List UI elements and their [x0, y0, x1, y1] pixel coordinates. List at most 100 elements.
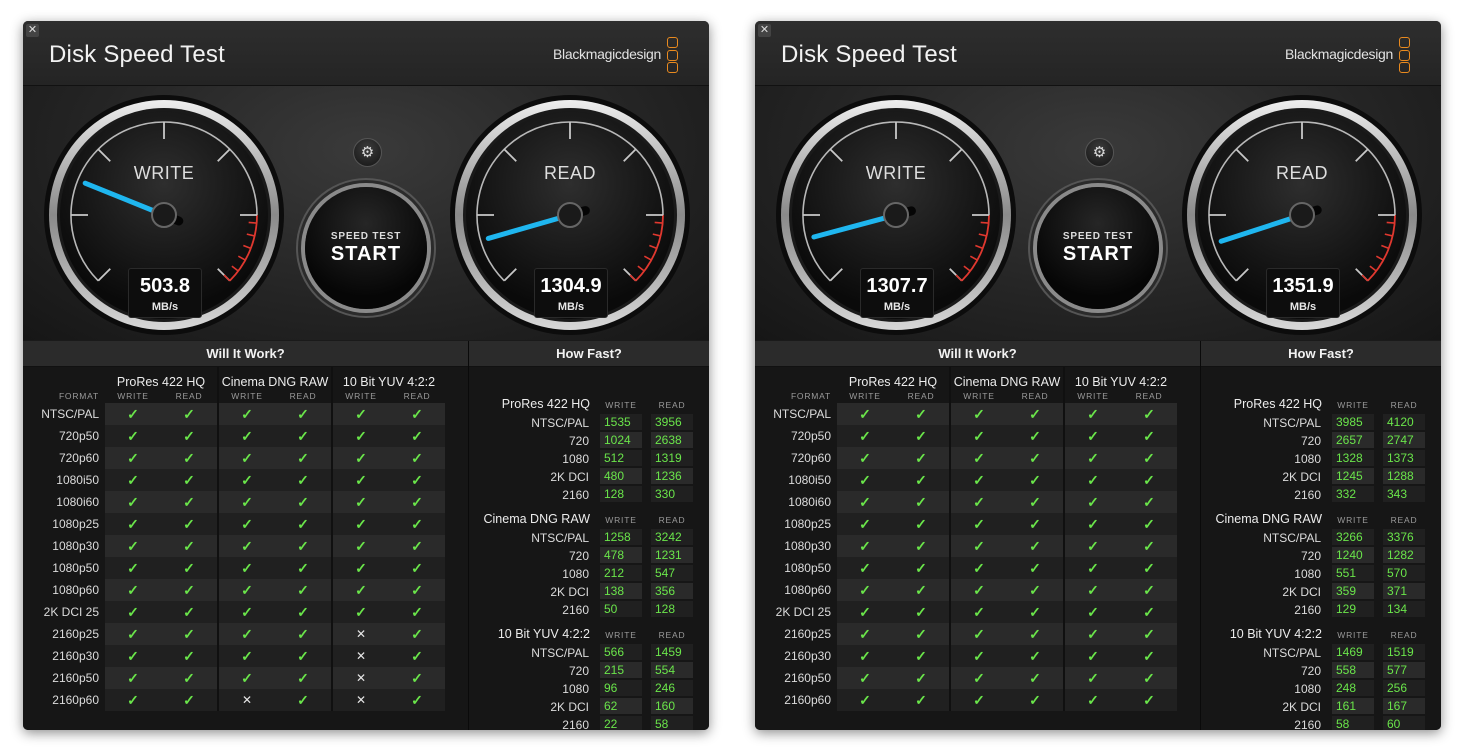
table-row: 2160 50 128 [469, 600, 709, 618]
checkmark-icon: ✓ [949, 535, 1007, 557]
cross-icon: ✕ [217, 689, 275, 711]
write-fps-value: 1245 [1332, 468, 1374, 484]
checkmark-icon: ✓ [275, 579, 332, 601]
read-column-header: READ [1021, 391, 1049, 401]
checkmark-icon: ✓ [389, 689, 445, 711]
checkmark-icon: ✓ [949, 689, 1007, 711]
checkmark-icon: ✓ [105, 645, 161, 667]
checkmark-icon: ✓ [893, 579, 950, 601]
format-name: 1080p30 [784, 539, 831, 553]
checkmark-icon: ✓ [837, 557, 893, 579]
checkmark-icon: ✓ [161, 513, 218, 535]
close-icon[interactable]: ✕ [758, 24, 771, 37]
checkmark-icon: ✓ [105, 491, 161, 513]
format-name: 720 [568, 664, 589, 678]
will-it-work-header: Will It Work? [23, 341, 468, 367]
checkmark-icon: ✓ [217, 513, 275, 535]
checkmark-icon: ✓ [275, 601, 332, 623]
format-name: 2160p30 [52, 649, 99, 663]
table-row: 720 2657 2747 [1201, 431, 1441, 449]
codec-header: 10 Bit YUV 4:2:2 [331, 367, 445, 389]
checkmark-icon: ✓ [105, 425, 161, 447]
checkmark-icon: ✓ [105, 535, 161, 557]
checkmark-icon: ✓ [161, 425, 218, 447]
checkmark-icon: ✓ [105, 667, 161, 689]
format-name: 2160p25 [784, 627, 831, 641]
checkmark-icon: ✓ [331, 403, 389, 425]
codec-header: Cinema DNG RAW [949, 367, 1064, 389]
checkmark-icon: ✓ [837, 403, 893, 425]
gear-icon[interactable]: ⚙ [353, 138, 382, 167]
write-fps-value: 1024 [600, 432, 642, 448]
format-column-header: FORMAT [58, 391, 99, 401]
checkmark-icon: ✓ [1063, 601, 1121, 623]
table-row: 1080i60 ✓ ✓ ✓ ✓ ✓ ✓ [755, 491, 1177, 513]
table-row: 2160p30 ✓ ✓ ✓ ✓ ✕ ✓ [23, 645, 445, 667]
read-speed-readout: 1304.9 MB/s [534, 268, 608, 318]
checkmark-icon: ✓ [1007, 535, 1064, 557]
format-name: 1080p60 [784, 583, 831, 597]
table-row: 720p60 ✓ ✓ ✓ ✓ ✓ ✓ [23, 447, 445, 469]
app-title: Disk Speed Test [781, 41, 957, 68]
checkmark-icon: ✓ [1121, 579, 1177, 601]
table-row: NTSC/PAL ✓ ✓ ✓ ✓ ✓ ✓ [23, 403, 445, 425]
format-name: 1080 [562, 682, 589, 696]
format-name: 1080 [1294, 682, 1321, 696]
table-row: 1080p25 ✓ ✓ ✓ ✓ ✓ ✓ [755, 513, 1177, 535]
checkmark-icon: ✓ [1063, 579, 1121, 601]
codec-name: ProRes 422 HQ [1233, 397, 1322, 411]
read-fps-value: 134 [1383, 601, 1425, 617]
format-name: 2160 [562, 488, 589, 502]
start-speed-test-button[interactable]: SPEED TEST START [305, 187, 427, 309]
how-fast-group-header: 10 Bit YUV 4:2:2 WRITE READ [469, 625, 709, 643]
table-row: 2K DCI 359 371 [1201, 582, 1441, 600]
table-row: 2K DCI 25 ✓ ✓ ✓ ✓ ✓ ✓ [23, 601, 445, 623]
checkmark-icon: ✓ [389, 667, 445, 689]
write-fps-value: 1258 [600, 529, 642, 545]
checkmark-icon: ✓ [217, 469, 275, 491]
table-row: 2K DCI 1245 1288 [1201, 467, 1441, 485]
checkmark-icon: ✓ [389, 469, 445, 491]
checkmark-icon: ✓ [389, 425, 445, 447]
read-fps-value: 554 [651, 662, 693, 678]
format-name: 720 [568, 549, 589, 563]
checkmark-icon: ✓ [1063, 425, 1121, 447]
checkmark-icon: ✓ [837, 623, 893, 645]
checkmark-icon: ✓ [949, 447, 1007, 469]
format-name: 720p60 [58, 451, 99, 465]
checkmark-icon: ✓ [389, 601, 445, 623]
write-speed-unit: MB/s [883, 301, 911, 313]
read-fps-value: 3376 [1383, 529, 1425, 545]
table-row: 720 1024 2638 [469, 431, 709, 449]
table-row: 720p50 ✓ ✓ ✓ ✓ ✓ ✓ [23, 425, 445, 447]
format-name: 1080i50 [788, 473, 831, 487]
format-name: NTSC/PAL [531, 416, 589, 430]
checkmark-icon: ✓ [105, 557, 161, 579]
codec-header-row: ProRes 422 HQ Cinema DNG RAW 10 Bit YUV 4:… [23, 367, 445, 389]
table-row: 720 215 554 [469, 661, 709, 679]
checkmark-icon: ✓ [161, 403, 218, 425]
table-row: 2160p50 ✓ ✓ ✓ ✓ ✓ ✓ [755, 667, 1177, 689]
format-name: 2K DCI [1282, 470, 1321, 484]
start-speed-test-button[interactable]: SPEED TEST START [1037, 187, 1159, 309]
gauge-redline-tick [654, 221, 663, 224]
close-icon[interactable]: ✕ [26, 24, 39, 37]
checkmark-icon: ✓ [837, 491, 893, 513]
read-fps-value: 1282 [1383, 547, 1425, 563]
checkmark-icon: ✓ [1063, 513, 1121, 535]
checkmark-icon: ✓ [1121, 667, 1177, 689]
checkmark-icon: ✓ [275, 645, 332, 667]
codec-name: Cinema DNG RAW [483, 512, 591, 526]
format-name: 720p60 [790, 451, 831, 465]
format-name: 2K DCI [1282, 585, 1321, 599]
gauge-hub [151, 202, 177, 228]
checkmark-icon: ✓ [161, 623, 218, 645]
write-fps-value: 359 [1332, 583, 1374, 599]
write-fps-value: 1328 [1332, 450, 1374, 466]
checkmark-icon: ✓ [837, 601, 893, 623]
read-gauge-label: READ [1275, 163, 1328, 183]
gear-icon[interactable]: ⚙ [1085, 138, 1114, 167]
write-fps-value: 248 [1332, 680, 1374, 696]
checkmark-icon: ✓ [161, 491, 218, 513]
checkmark-icon: ✓ [893, 645, 950, 667]
